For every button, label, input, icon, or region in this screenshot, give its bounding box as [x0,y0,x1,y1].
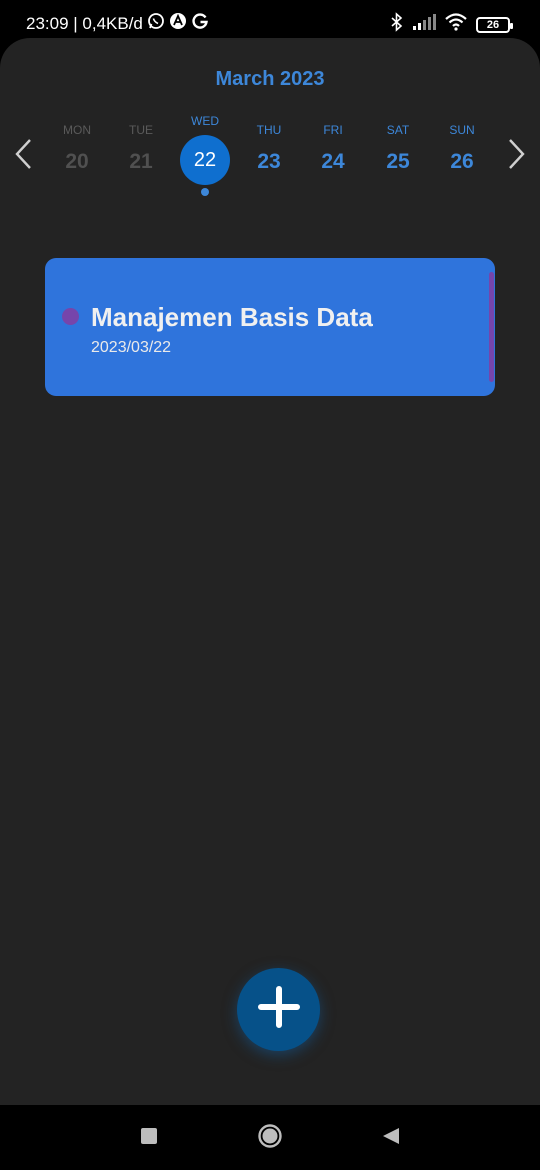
selected-day-circle: 22 [180,135,230,185]
battery-icon: 26 [476,16,513,33]
recents-button[interactable] [136,1125,162,1151]
day-number: 22 [193,149,217,171]
day-sun[interactable]: SUN 26 [434,108,490,218]
event-indicator-dot [201,188,209,196]
day-tue[interactable]: TUE 21 [113,108,169,218]
day-name: WED [191,114,219,128]
day-name: SAT [386,123,410,137]
status-time: 23:09 | 0,4KB/d [26,13,143,33]
task-card[interactable]: Manajemen Basis Data 2023/03/22 [45,258,495,396]
day-name: SUN [449,123,475,137]
day-name: FRI [323,123,343,137]
wifi-icon [444,13,468,36]
chevron-left-icon [13,137,33,176]
chevron-right-icon [507,137,527,176]
day-number: 21 [129,150,153,173]
day-fri[interactable]: FRI 24 [305,108,361,218]
recents-icon [140,1127,158,1150]
plus-icon [257,985,301,1034]
add-task-button[interactable] [237,968,320,1051]
google-icon [191,12,209,35]
day-name: TUE [129,123,153,137]
app-surface: March 2023 MON 20 TUE 21 WED 22 THU 23 F… [0,38,540,1105]
day-number: 20 [65,150,89,173]
task-date: 2023/03/22 [91,339,172,356]
home-button[interactable] [257,1123,283,1154]
day-thu[interactable]: THU 23 [241,108,297,218]
day-name: MON [63,123,91,137]
day-number: 26 [450,150,474,173]
app-icon [169,12,187,35]
signal-icon [412,14,436,35]
task-title: Manajemen Basis Data [91,302,373,332]
task-color-dot [62,308,79,325]
back-button[interactable] [378,1125,404,1151]
month-title: March 2023 [215,68,325,90]
status-left: 23:09 | 0,4KB/d [26,12,209,35]
day-mon[interactable]: MON 20 [49,108,105,218]
day-wed-selected[interactable]: WED 22 [177,108,233,218]
day-name: THU [256,123,282,137]
status-right: 26 [390,12,513,37]
system-nav-bar [0,1105,540,1170]
previous-week-button[interactable] [11,138,35,174]
whatsapp-icon [147,12,165,35]
day-number: 23 [257,150,281,173]
day-number: 24 [321,150,345,173]
task-side-bar [489,272,494,382]
next-week-button[interactable] [505,138,529,174]
day-sat[interactable]: SAT 25 [370,108,426,218]
back-icon [381,1126,401,1151]
bluetooth-icon [390,12,404,37]
home-icon [257,1123,283,1154]
day-number: 25 [386,150,410,173]
